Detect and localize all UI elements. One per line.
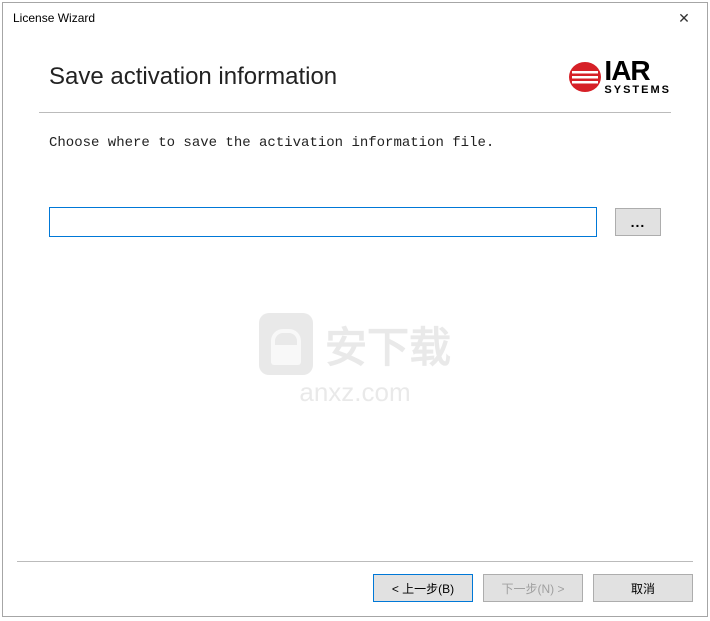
logo-subbrand: SYSTEMS <box>604 85 671 96</box>
path-input-row: ... <box>39 151 671 237</box>
wizard-button-row: < 上一步(B) 下一步(N) > 取消 <box>3 562 707 616</box>
logo-brand: IAR <box>604 57 671 85</box>
instruction-text: Choose where to save the activation info… <box>39 113 671 151</box>
iar-logo-text: IAR SYSTEMS <box>604 57 671 96</box>
header: Save activation information IAR SYSTEMS <box>39 33 671 113</box>
page-title: Save activation information <box>39 63 337 91</box>
ellipsis-icon: ... <box>631 214 646 230</box>
browse-button[interactable]: ... <box>615 208 661 236</box>
watermark-text: 安下载 <box>325 314 451 375</box>
back-button[interactable]: < 上一步(B) <box>373 574 473 602</box>
license-wizard-window: License Wizard ✕ Save activation informa… <box>2 2 708 617</box>
iar-logo: IAR SYSTEMS <box>568 57 671 96</box>
save-path-input[interactable] <box>49 207 597 237</box>
iar-disc-icon <box>568 60 602 94</box>
next-button: 下一步(N) > <box>483 574 583 602</box>
watermark: 安下载 anxz.com <box>259 313 451 408</box>
cancel-button[interactable]: 取消 <box>593 574 693 602</box>
watermark-shield-icon <box>259 313 313 375</box>
close-button[interactable]: ✕ <box>661 3 707 33</box>
title-bar: License Wizard ✕ <box>3 3 707 33</box>
close-icon: ✕ <box>678 10 690 27</box>
watermark-url: anxz.com <box>299 377 410 408</box>
content-area: Save activation information IAR SYSTEMS … <box>3 33 707 561</box>
window-title: License Wizard <box>13 11 95 25</box>
